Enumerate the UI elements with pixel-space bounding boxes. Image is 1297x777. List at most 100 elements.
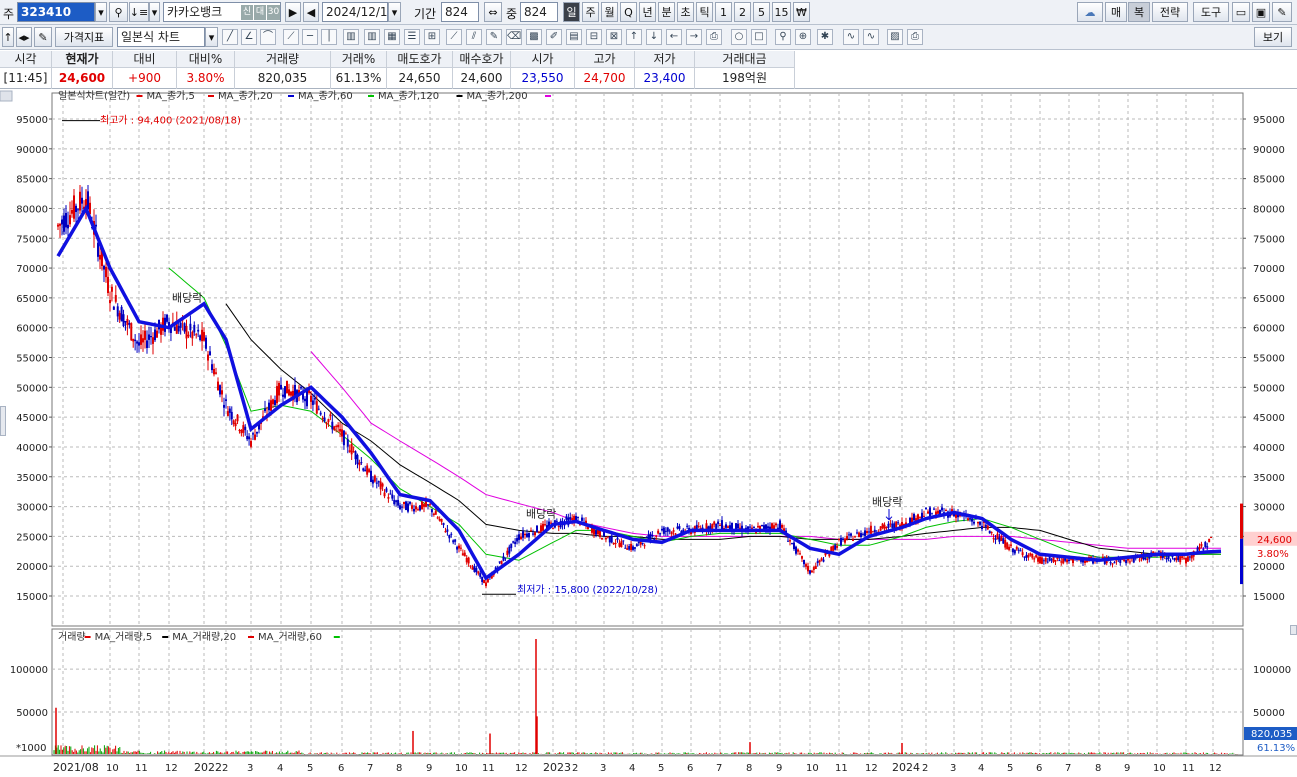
sort-button[interactable]: ↓≡ (129, 2, 149, 22)
currency-button[interactable]: ₩ (793, 2, 810, 22)
candle-body (264, 408, 266, 412)
view-button[interactable]: 보기 (1254, 27, 1292, 47)
angle-tool-icon[interactable]: ∠ (241, 29, 257, 45)
arrow-left-tool-icon[interactable]: ← (666, 29, 682, 45)
count-input[interactable]: 824 (520, 2, 558, 22)
cloud-button[interactable]: ☁ (1077, 2, 1103, 22)
quote-header: 매수호가 (453, 51, 510, 68)
date-dropdown-button[interactable]: ▾ (388, 2, 401, 22)
text-tool-icon[interactable]: ⊟ (586, 29, 602, 45)
candle-body (425, 501, 427, 507)
tf-minute[interactable]: 분 (658, 2, 675, 22)
next-button[interactable]: ▶ (285, 2, 301, 22)
tf-1[interactable]: 1 (715, 2, 732, 22)
prev-button[interactable]: ◀ (303, 2, 319, 22)
snap-tool-icon[interactable]: ⊕ (795, 29, 811, 45)
open-button[interactable]: ▭ (1232, 2, 1250, 22)
fibo-tool-icon[interactable]: ▦ (384, 29, 400, 45)
arrow-up-tool-icon[interactable]: ↑ (626, 29, 642, 45)
price-tick-left: 50000 (16, 383, 48, 394)
table-tool-icon[interactable]: ☰ (404, 29, 420, 45)
strategy-button[interactable]: 전략 (1152, 2, 1188, 22)
candle-body (486, 578, 489, 583)
date-input[interactable]: 2024/12/13 (322, 2, 388, 22)
zoom-tool-icon[interactable]: ⚲ (775, 29, 791, 45)
candle-body (193, 324, 196, 333)
candle-body (715, 523, 718, 530)
candle-body (1206, 546, 1209, 548)
period-input[interactable]: 824 (441, 2, 479, 22)
tools-button[interactable]: 도구 (1193, 2, 1229, 22)
candle-body (432, 513, 435, 516)
circle-tool-icon[interactable]: ○ (731, 29, 747, 45)
wave2-tool-icon[interactable]: ∿ (863, 29, 879, 45)
erase-tool-icon[interactable]: ⌫ (506, 29, 522, 45)
tf-year[interactable]: 년 (639, 2, 656, 22)
stock-code-input[interactable]: 323410 (17, 2, 95, 22)
print-preview-icon[interactable]: ▨ (887, 29, 903, 45)
x-tick-label: 9 (776, 763, 782, 774)
zoom-button[interactable]: ⇔ (484, 2, 502, 22)
tf-5[interactable]: 5 (753, 2, 770, 22)
tf-month[interactable]: 월 (601, 2, 618, 22)
tf-15[interactable]: 15 (772, 2, 791, 22)
fan-tool-icon[interactable]: ⟋ (283, 29, 299, 45)
arc-tool-icon[interactable]: ⌒ (260, 29, 276, 45)
tf-day[interactable]: 일 (563, 2, 580, 22)
cancel-tool-icon[interactable]: ⊠ (606, 29, 622, 45)
candle-body (971, 518, 973, 522)
chart-type-dropdown[interactable]: ▾ (205, 27, 218, 47)
candle-body (969, 518, 971, 520)
trend-tool-icon[interactable]: ⟋ (446, 29, 462, 45)
chart-type-select[interactable]: 일본식 차트 (117, 27, 205, 47)
candle-body (352, 451, 355, 453)
tf-second[interactable]: 초 (677, 2, 694, 22)
high-note: 최고가 : 94,400 (2021/08/18) (100, 115, 241, 127)
candle-body (144, 330, 146, 340)
candle-body (846, 535, 848, 540)
scroll-lr-button[interactable]: ◂▸ (16, 27, 32, 47)
settings-tool-icon[interactable]: ✱ (817, 29, 833, 45)
collapse-volume-button[interactable] (1290, 625, 1297, 635)
cycle-tool-icon[interactable]: ▥ (364, 29, 380, 45)
tf-quarter[interactable]: Q (620, 2, 637, 22)
edit-button[interactable]: ✎ (34, 27, 52, 47)
grid-tool-icon[interactable]: ▥ (343, 29, 359, 45)
pencil-tool-icon[interactable]: ✎ (486, 29, 502, 45)
tf-tick[interactable]: 틱 (696, 2, 713, 22)
note-tool-icon[interactable]: ▤ (566, 29, 582, 45)
vline-tool-icon[interactable]: │ (321, 29, 337, 45)
save-button[interactable]: ▣ (1252, 2, 1270, 22)
copy-button[interactable]: 복 (1128, 2, 1150, 22)
price-tick-right: 45000 (1253, 413, 1285, 424)
tf-week[interactable]: 주 (582, 2, 599, 22)
channel-tool-icon[interactable]: ⊞ (424, 29, 440, 45)
price-chart[interactable]: 95000 95000 90000 90000 85000 85000 80000 80000… (0, 89, 1297, 777)
sort-dropdown-button[interactable]: ▾ (149, 2, 160, 22)
candle-body (467, 557, 470, 564)
doc-tool-icon[interactable]: ⎙ (706, 29, 722, 45)
arrow-down-tool-icon[interactable]: ↓ (646, 29, 662, 45)
settings-button[interactable]: ✎ (1272, 2, 1292, 22)
rect-tool-icon[interactable]: □ (751, 29, 767, 45)
candle-body (927, 511, 929, 514)
line-tool-icon[interactable]: ╱ (222, 29, 238, 45)
left-panel-toggle[interactable] (0, 406, 6, 436)
candle-body (737, 523, 739, 529)
search-button[interactable]: ⚲ (109, 2, 128, 22)
wave-tool-icon[interactable]: ∿ (843, 29, 859, 45)
indicator-button[interactable]: 가격지표 (55, 27, 113, 47)
color-tool-icon[interactable]: ▩ (526, 29, 542, 45)
candle-body (344, 433, 347, 435)
marker-tool-icon[interactable]: ✐ (546, 29, 562, 45)
hline-tool-icon[interactable]: ─ (302, 29, 318, 45)
print-icon[interactable]: ⎙ (907, 29, 923, 45)
parallel-tool-icon[interactable]: ⫽ (466, 29, 482, 45)
code-dropdown-button[interactable]: ▾ (95, 2, 107, 22)
tf-2[interactable]: 2 (734, 2, 751, 22)
trade-button[interactable]: 매 (1105, 2, 1127, 22)
arrow-right-tool-icon[interactable]: → (686, 29, 702, 45)
scroll-up-button[interactable]: ↑ (2, 27, 14, 47)
candle-body (536, 525, 538, 533)
candle-body (1175, 557, 1178, 561)
